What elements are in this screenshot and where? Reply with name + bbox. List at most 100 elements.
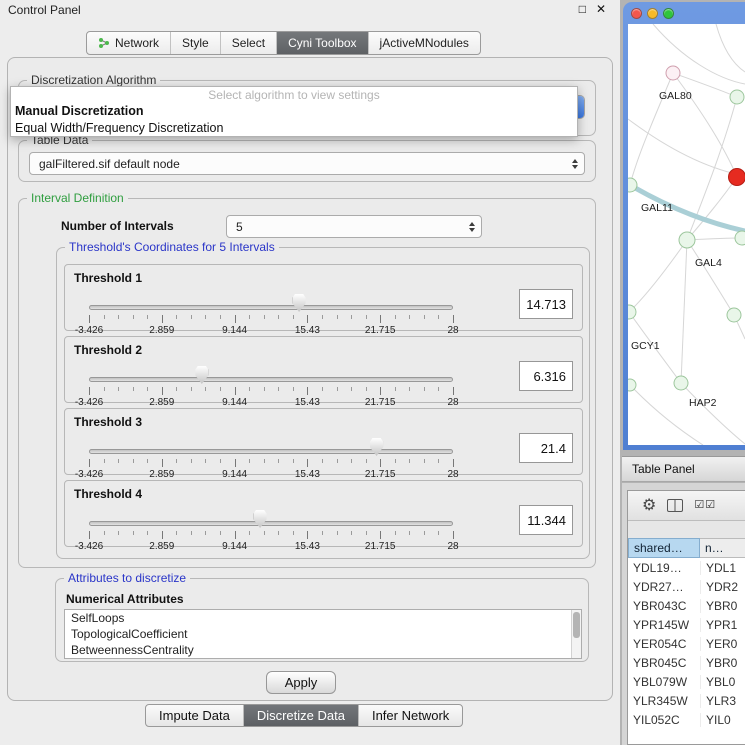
slider-track[interactable] — [89, 305, 453, 310]
cell[interactable]: YDL1 — [700, 561, 745, 575]
tab-label: Cyni Toolbox — [288, 36, 356, 50]
cell[interactable]: YDR2 — [700, 580, 745, 594]
threshold-slider[interactable]: -3.426 2.859 9.144 15.43 21.715 28 — [89, 291, 453, 331]
dropdown-option-equal-width-frequency[interactable]: Equal Width/Frequency Discretization — [11, 120, 577, 137]
network-icon — [98, 37, 110, 49]
table-row[interactable]: YIL052C YIL0 — [628, 710, 745, 729]
minimize-traffic-light-icon[interactable] — [647, 8, 658, 19]
cell[interactable]: YER0 — [700, 637, 745, 651]
slider-track[interactable] — [89, 449, 453, 454]
tab-jactivemnodules[interactable]: jActiveMNodules — [368, 32, 480, 54]
close-icon[interactable]: ✕ — [596, 2, 606, 16]
table-row[interactable]: YBL079W YBL0 — [628, 672, 745, 691]
tab-label: Impute Data — [159, 708, 230, 723]
scale-label: -3.426 — [75, 397, 103, 408]
select-columns-icons[interactable]: ☑☑ — [694, 500, 716, 511]
close-traffic-light-icon[interactable] — [631, 8, 642, 19]
list-item[interactable]: BetweennessCentrality — [65, 642, 581, 658]
threshold-panel-4: Threshold 4 -3.426 2.859 9.144 15.43 21.… — [64, 480, 583, 547]
cell[interactable]: YER054C — [628, 637, 700, 651]
list-scrollbar[interactable] — [571, 610, 581, 658]
scale-label: -3.426 — [75, 469, 103, 480]
cell[interactable]: YBR0 — [700, 656, 745, 670]
network-node[interactable] — [679, 232, 695, 248]
node-label: GAL11 — [641, 202, 673, 214]
threshold-value-input[interactable] — [519, 433, 573, 463]
table-row[interactable]: YDL19… YDL1 — [628, 558, 745, 577]
cell[interactable]: YLR345W — [628, 694, 700, 708]
tab-discretize-data[interactable]: Discretize Data — [243, 705, 358, 726]
network-node[interactable] — [628, 305, 636, 319]
threshold-value-input[interactable] — [519, 505, 573, 535]
network-node[interactable] — [735, 231, 745, 245]
tab-select[interactable]: Select — [220, 32, 276, 54]
float-window-icon[interactable]: □ — [579, 2, 586, 16]
column-header-name[interactable]: n… — [700, 538, 745, 558]
network-node[interactable] — [666, 66, 680, 80]
cell[interactable]: YLR3 — [700, 694, 745, 708]
table-body[interactable]: YDL19… YDL1 YDR27… YDR2 YBR043C YBR0 YPR… — [628, 558, 745, 744]
table-panel: ⚙ ☑☑ shared… n… YDL19… YDL1 YDR27… YDR2 … — [622, 483, 745, 745]
number-of-intervals-combobox[interactable]: 5 — [226, 215, 482, 238]
control-panel: Control Panel □ ✕ Network Style Select C… — [0, 0, 620, 745]
list-item[interactable]: TopologicalCoefficient — [65, 626, 581, 642]
dropdown-placeholder: Select algorithm to view settings — [11, 87, 577, 103]
network-node[interactable] — [730, 90, 744, 104]
tab-cyni-toolbox[interactable]: Cyni Toolbox — [276, 32, 367, 54]
table-row[interactable]: YER054C YER0 — [628, 634, 745, 653]
columns-icon[interactable] — [667, 499, 683, 512]
network-canvas[interactable]: GAL80 GAL11 GAL4 GCY1 HAP2 — [628, 24, 745, 445]
network-node[interactable] — [727, 308, 741, 322]
apply-button[interactable]: Apply — [266, 671, 336, 694]
cell[interactable]: YBR0 — [700, 599, 745, 613]
cell[interactable]: YBR045C — [628, 656, 700, 670]
list-item[interactable]: SelfLoops — [65, 610, 581, 626]
table-row[interactable]: YLR345W YLR3 — [628, 691, 745, 710]
algorithm-dropdown-popup: Select algorithm to view settings Manual… — [10, 86, 578, 137]
cell[interactable]: YPR1 — [700, 618, 745, 632]
tab-style[interactable]: Style — [170, 32, 220, 54]
zoom-traffic-light-icon[interactable] — [663, 8, 674, 19]
slider-ticks — [89, 387, 453, 395]
cell[interactable]: YBL079W — [628, 675, 700, 689]
network-node[interactable] — [628, 379, 636, 391]
threshold-value-input[interactable] — [519, 361, 573, 391]
numerical-attributes-list[interactable]: SelfLoops TopologicalCoefficient Between… — [64, 609, 582, 659]
table-row[interactable]: YDR27… YDR2 — [628, 577, 745, 596]
network-node-selected[interactable] — [729, 169, 745, 186]
table-data-combobox[interactable]: galFiltered.sif default node — [29, 152, 585, 175]
network-node[interactable] — [628, 178, 637, 192]
cell[interactable]: YIL052C — [628, 713, 700, 727]
table-row[interactable]: YBR045C YBR0 — [628, 653, 745, 672]
cell[interactable]: YIL0 — [700, 713, 745, 727]
tab-network[interactable]: Network — [87, 32, 170, 54]
scale-label: 21.715 — [365, 325, 396, 336]
slider-track[interactable] — [89, 521, 453, 526]
gear-icon[interactable]: ⚙ — [642, 498, 656, 514]
tab-impute-data[interactable]: Impute Data — [146, 705, 243, 726]
cell[interactable]: YDL19… — [628, 561, 700, 575]
threshold-slider[interactable]: -3.426 2.859 9.144 15.43 21.715 28 — [89, 435, 453, 475]
cell[interactable]: YBL0 — [700, 675, 745, 689]
combobox-arrows-icon — [469, 222, 475, 232]
number-of-intervals-value: 5 — [236, 220, 243, 234]
slider-track[interactable] — [89, 377, 453, 382]
scale-label: 28 — [447, 325, 458, 336]
threshold-value-input[interactable] — [519, 289, 573, 319]
scrollbar-thumb[interactable] — [573, 612, 580, 638]
table-row[interactable]: YPR145W YPR1 — [628, 615, 745, 634]
tab-label: jActiveMNodules — [380, 36, 469, 50]
scale-label: 15.43 — [295, 541, 320, 552]
dropdown-option-manual-discretization[interactable]: Manual Discretization — [11, 103, 577, 120]
cell[interactable]: YPR145W — [628, 618, 700, 632]
algorithm-group-title: Discretization Algorithm — [27, 73, 160, 87]
table-row[interactable]: YBR043C YBR0 — [628, 596, 745, 615]
cell[interactable]: YDR27… — [628, 580, 700, 594]
threshold-slider[interactable]: -3.426 2.859 9.144 15.43 21.715 28 — [89, 507, 453, 547]
network-node[interactable] — [674, 376, 688, 390]
cell[interactable]: YBR043C — [628, 599, 700, 613]
scale-label: 21.715 — [365, 397, 396, 408]
tab-infer-network[interactable]: Infer Network — [358, 705, 462, 726]
column-header-shared-name[interactable]: shared… — [628, 538, 700, 558]
threshold-slider[interactable]: -3.426 2.859 9.144 15.43 21.715 28 — [89, 363, 453, 403]
